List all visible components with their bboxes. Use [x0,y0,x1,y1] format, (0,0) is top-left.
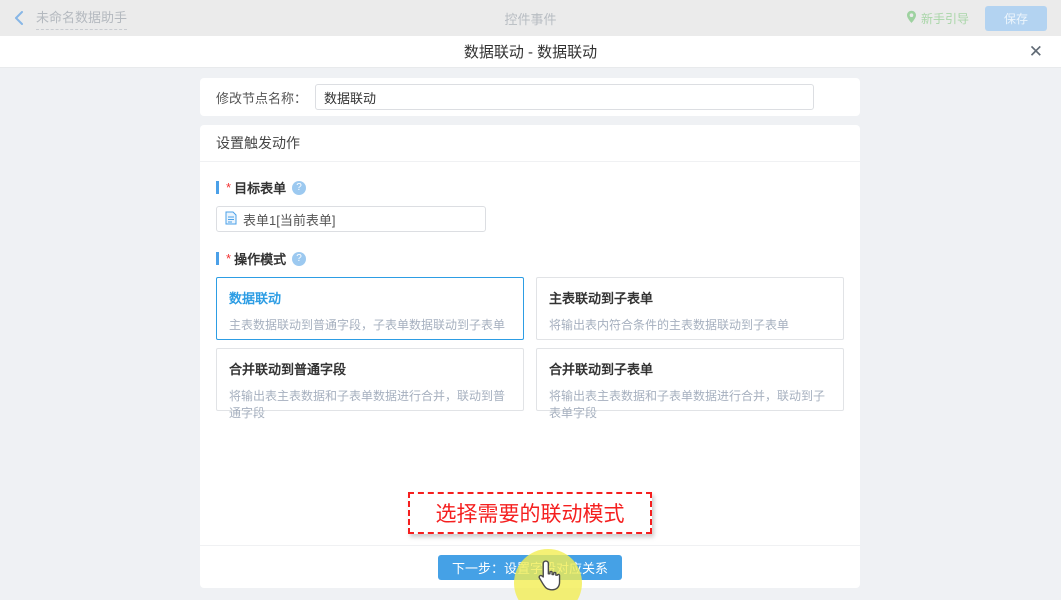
help-icon[interactable]: ? [292,181,306,195]
trigger-action-card: 设置触发动作 * 目标表单 ? 表单1[当前表单] [200,125,860,588]
mode-card-merge-to-field[interactable]: 合并联动到普通字段 将输出表主表数据和子表单数据进行合并，联动到普通字段 [216,348,524,411]
topbar-title: 控件事件 [0,9,1061,28]
dialog-content: 修改节点名称： 设置触发动作 * 目标表单 ? 表单1[当前表单] [0,68,1061,600]
mode-card-title: 合并联动到子表单 [549,359,831,378]
location-pin-icon [906,10,917,27]
node-name-card: 修改节点名称： [200,78,860,116]
required-asterisk: * [226,180,231,195]
topbar-right: 新手引导 保存 [906,6,1047,31]
mode-card-main-to-subform[interactable]: 主表联动到子表单 将输出表内符合条件的主表数据联动到子表单 [536,277,844,340]
required-asterisk: * [226,251,231,266]
target-form-select[interactable]: 表单1[当前表单] [216,206,486,232]
field-accent-bar [216,181,219,194]
next-step-button[interactable]: 下一步：设置字段对应关系 [438,555,622,580]
mode-card-title: 主表联动到子表单 [549,288,831,307]
target-form-label: 目标表单 [234,178,286,197]
node-name-label: 修改节点名称： [216,88,307,107]
dialog-header: 数据联动 - 数据联动 ✕ [0,36,1061,68]
target-form-label-row: * 目标表单 ? [216,178,844,197]
mode-card-data-linkage[interactable]: 数据联动 主表数据联动到普通字段，子表单数据联动到子表单 [216,277,524,340]
mode-card-desc: 将输出表主表数据和子表单数据进行合并，联动到子表单字段 [549,387,831,421]
back-icon[interactable] [14,11,24,25]
mode-card-merge-to-subform[interactable]: 合并联动到子表单 将输出表主表数据和子表单数据进行合并，联动到子表单字段 [536,348,844,411]
topbar-left: 未命名数据助手 [14,7,127,30]
guide-label: 新手引导 [921,10,969,27]
form-doc-icon [225,211,237,228]
section-title: 设置触发动作 [200,125,860,162]
dialog-title: 数据联动 - 数据联动 [464,41,597,62]
mode-label-row: * 操作模式 ? [216,249,844,268]
mode-card-desc: 将输出表主表数据和子表单数据进行合并，联动到普通字段 [229,387,511,421]
section-body: * 目标表单 ? 表单1[当前表单] * 操作模式 ? [200,162,860,427]
topbar: 未命名数据助手 控件事件 新手引导 保存 [0,0,1061,36]
dialog-footer: 下一步：设置字段对应关系 [200,545,860,588]
app-title[interactable]: 未命名数据助手 [36,7,127,30]
close-icon[interactable]: ✕ [1029,40,1043,64]
target-form-value: 表单1[当前表单] [243,210,335,229]
mode-card-desc: 主表数据联动到普通字段，子表单数据联动到子表单 [229,316,511,333]
mode-card-title: 数据联动 [229,288,511,307]
help-icon[interactable]: ? [292,252,306,266]
mode-card-desc: 将输出表内符合条件的主表数据联动到子表单 [549,316,831,333]
mode-label: 操作模式 [234,249,286,268]
guide-link[interactable]: 新手引导 [906,10,969,27]
field-accent-bar [216,252,219,265]
mode-card-title: 合并联动到普通字段 [229,359,511,378]
save-button[interactable]: 保存 [985,6,1047,31]
mode-option-grid: 数据联动 主表数据联动到普通字段，子表单数据联动到子表单 主表联动到子表单 将输… [216,277,844,411]
tutorial-callout: 选择需要的联动模式 [408,492,652,534]
screen: 未命名数据助手 控件事件 新手引导 保存 数据联动 - 数据联动 ✕ 修改节点名… [0,0,1061,600]
node-name-input[interactable] [315,84,814,110]
